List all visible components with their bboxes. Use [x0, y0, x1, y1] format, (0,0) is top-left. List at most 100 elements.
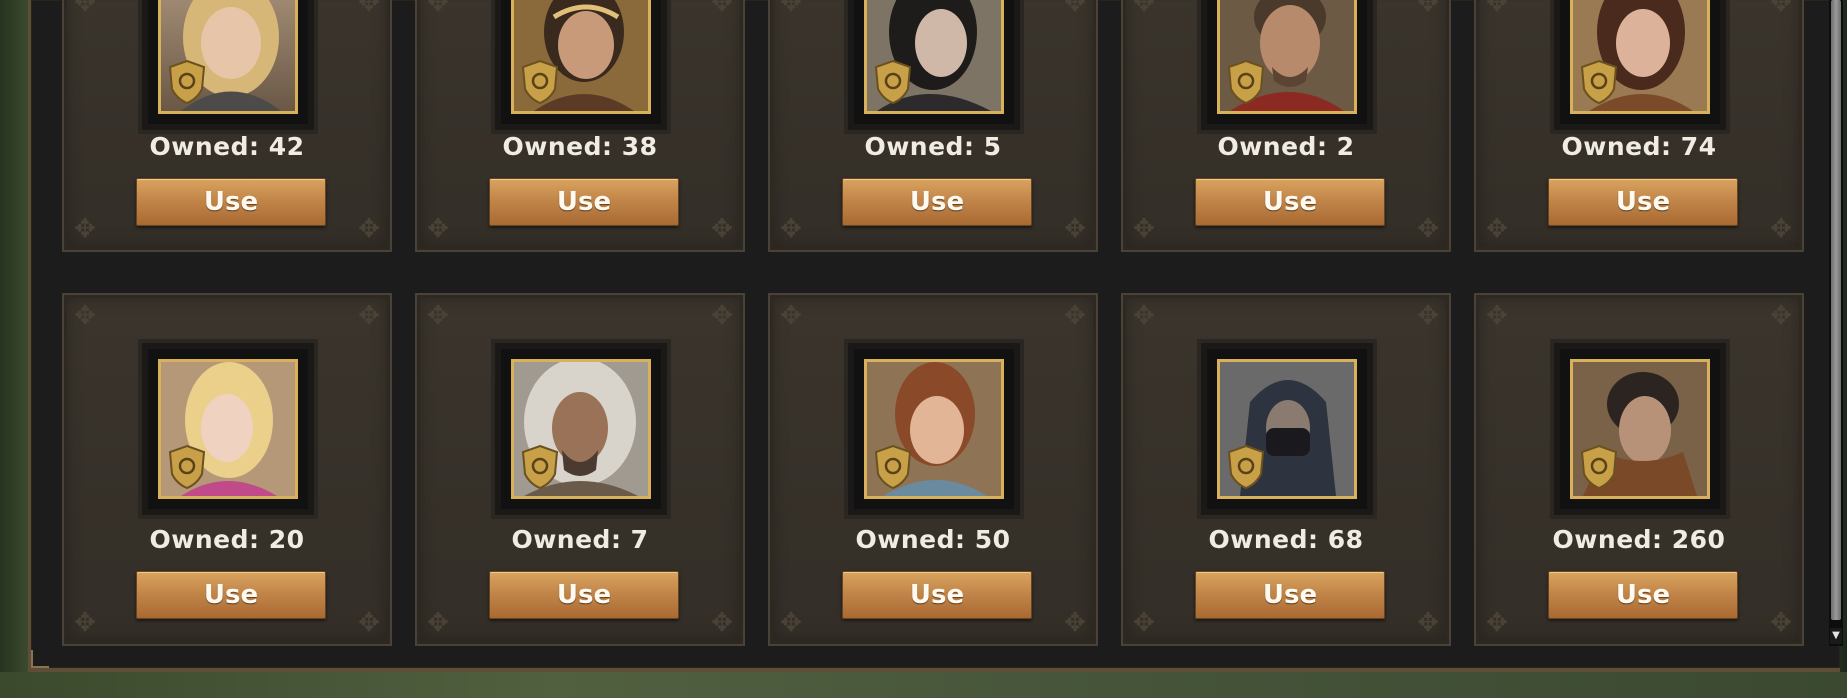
hero-dark-haired-man-portrait-icon	[1570, 359, 1710, 499]
corner-ornament-icon: ✥	[358, 608, 380, 638]
scrollbar-thumb[interactable]	[1831, 0, 1841, 620]
use-button[interactable]: Use	[489, 571, 679, 619]
corner-ornament-icon: ✥	[74, 0, 96, 18]
corner-ornament-icon: ✥	[1417, 301, 1439, 331]
corner-ornament-icon: ✥	[358, 301, 380, 331]
corner-ornament-icon: ✥	[1064, 0, 1086, 18]
corner-ornament-icon: ✥	[780, 0, 802, 18]
hero-class-shield-icon	[1580, 444, 1618, 490]
use-button[interactable]: Use	[1195, 571, 1385, 619]
hero-class-shield-icon	[168, 59, 206, 105]
hero-dark-haired-woman-portrait-icon	[864, 0, 1004, 114]
owned-count: Owned: 2	[1217, 132, 1355, 161]
corner-ornament-icon: ✥	[1417, 0, 1439, 18]
portrait-frame	[1550, 339, 1730, 519]
hero-class-shield-icon	[168, 444, 206, 490]
corner-ornament-icon: ✥	[358, 214, 380, 244]
corner-ornament-icon: ✥	[1770, 0, 1792, 18]
corner-ornament-icon: ✥	[1417, 214, 1439, 244]
use-button[interactable]: Use	[1548, 178, 1738, 226]
portrait-frame	[138, 339, 318, 519]
corner-ornament-icon: ✥	[1064, 301, 1086, 331]
corner-ornament-icon: ✥	[1770, 301, 1792, 331]
hero-class-shield-icon	[1227, 444, 1265, 490]
scroll-down-arrow-icon[interactable]: ▼	[1830, 628, 1842, 644]
corner-ornament-icon: ✥	[427, 301, 449, 331]
corner-ornament-icon: ✥	[1064, 608, 1086, 638]
hero-hooded-assassin-portrait-icon	[1217, 359, 1357, 499]
use-button[interactable]: Use	[136, 178, 326, 226]
hero-class-shield-icon	[874, 59, 912, 105]
portrait-frame	[844, 0, 1024, 134]
corner-ornament-icon: ✥	[427, 214, 449, 244]
corner-ornament-icon: ✥	[780, 214, 802, 244]
hero-class-shield-icon	[1580, 59, 1618, 105]
item-grid: ✥ ✥ ✥ ✥ Owned: 42 Use ✥ ✥ ✥ ✥ Owned: 38 …	[0, 0, 1847, 698]
hero-class-shield-icon	[1227, 59, 1265, 105]
portrait-frame	[1197, 339, 1377, 519]
owned-count: Owned: 7	[511, 525, 649, 554]
corner-ornament-icon: ✥	[780, 301, 802, 331]
corner-ornament-icon: ✥	[358, 0, 380, 18]
hero-tiara-woman-portrait-icon	[511, 0, 651, 114]
item-card: ✥ ✥ ✥ ✥ Owned: 74 Use	[1474, 0, 1804, 252]
owned-count: Owned: 5	[864, 132, 1002, 161]
corner-ornament-icon: ✥	[74, 301, 96, 331]
corner-ornament-icon: ✥	[427, 608, 449, 638]
hero-bearded-warrior-portrait-icon	[1217, 0, 1357, 114]
item-card: ✥ ✥ ✥ ✥ Owned: 42 Use	[62, 0, 392, 252]
corner-ornament-icon: ✥	[711, 301, 733, 331]
corner-ornament-icon: ✥	[427, 0, 449, 18]
corner-ornament-icon: ✥	[711, 214, 733, 244]
corner-ornament-icon: ✥	[74, 608, 96, 638]
use-button[interactable]: Use	[1195, 178, 1385, 226]
portrait-frame	[1550, 0, 1730, 134]
owned-count: Owned: 260	[1552, 525, 1726, 554]
hero-brunette-woman-portrait-icon	[1570, 0, 1710, 114]
hero-class-shield-icon	[521, 59, 559, 105]
use-button[interactable]: Use	[489, 178, 679, 226]
item-card: ✥ ✥ ✥ ✥ Owned: 2 Use	[1121, 0, 1451, 252]
use-button[interactable]: Use	[136, 571, 326, 619]
use-button[interactable]: Use	[1548, 571, 1738, 619]
item-card: ✥ ✥ ✥ ✥ Owned: 68 Use	[1121, 293, 1451, 646]
corner-ornament-icon: ✥	[1770, 608, 1792, 638]
owned-count: Owned: 50	[855, 525, 1011, 554]
item-card: ✥ ✥ ✥ ✥ Owned: 20 Use	[62, 293, 392, 646]
owned-count: Owned: 20	[149, 525, 305, 554]
corner-ornament-icon: ✥	[711, 608, 733, 638]
scrollbar[interactable]: ▼	[1829, 0, 1843, 646]
corner-ornament-icon: ✥	[1133, 0, 1155, 18]
item-card: ✥ ✥ ✥ ✥ Owned: 38 Use	[415, 0, 745, 252]
corner-ornament-icon: ✥	[1486, 214, 1508, 244]
owned-count: Owned: 38	[502, 132, 658, 161]
hero-blonde-girl-portrait-icon	[158, 359, 298, 499]
corner-ornament-icon: ✥	[1133, 214, 1155, 244]
corner-ornament-icon: ✥	[1064, 214, 1086, 244]
hero-class-shield-icon	[874, 444, 912, 490]
portrait-frame	[1197, 0, 1377, 134]
use-button[interactable]: Use	[842, 178, 1032, 226]
use-button[interactable]: Use	[842, 571, 1032, 619]
hero-auburn-woman-portrait-icon	[864, 359, 1004, 499]
owned-count: Owned: 74	[1561, 132, 1717, 161]
portrait-frame	[491, 0, 671, 134]
corner-ornament-icon: ✥	[711, 0, 733, 18]
corner-ornament-icon: ✥	[1486, 608, 1508, 638]
corner-ornament-icon: ✥	[780, 608, 802, 638]
hero-class-shield-icon	[521, 444, 559, 490]
corner-ornament-icon: ✥	[1133, 608, 1155, 638]
owned-count: Owned: 42	[149, 132, 305, 161]
item-card: ✥ ✥ ✥ ✥ Owned: 50 Use	[768, 293, 1098, 646]
portrait-frame	[844, 339, 1024, 519]
corner-ornament-icon: ✥	[1486, 0, 1508, 18]
item-card: ✥ ✥ ✥ ✥ Owned: 260 Use	[1474, 293, 1804, 646]
owned-count: Owned: 68	[1208, 525, 1364, 554]
corner-ornament-icon: ✥	[1133, 301, 1155, 331]
hero-white-haired-warrior-portrait-icon	[511, 359, 651, 499]
item-card: ✥ ✥ ✥ ✥ Owned: 7 Use	[415, 293, 745, 646]
item-card: ✥ ✥ ✥ ✥ Owned: 5 Use	[768, 0, 1098, 252]
corner-ornament-icon: ✥	[1417, 608, 1439, 638]
corner-ornament-icon: ✥	[74, 214, 96, 244]
corner-ornament-icon: ✥	[1486, 301, 1508, 331]
